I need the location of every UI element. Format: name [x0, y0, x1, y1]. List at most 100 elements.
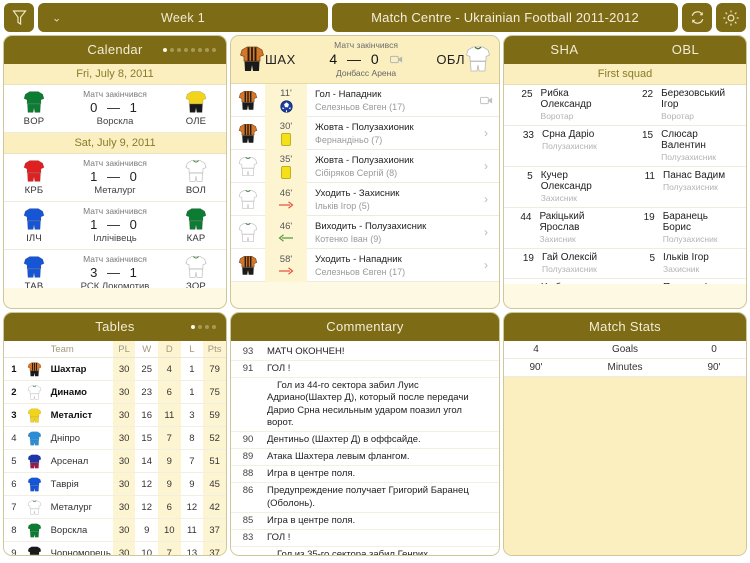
squad-row[interactable]: 3 Хюбшман ТомашПолузахисник 32 Пластун І…: [504, 279, 746, 284]
event-text: Уходить - Нападник Селезньов Євген (17): [307, 254, 473, 277]
page-title: Match Centre - Ukrainian Football 2011-2…: [371, 10, 639, 25]
squad-away-player[interactable]: 22 Березовський Ігор Воротар: [625, 88, 746, 121]
player-number: 25: [521, 89, 533, 100]
calendar-home-team: ТАВ: [10, 254, 58, 288]
page-dot[interactable]: [184, 48, 188, 52]
chevron-right-icon: ›: [484, 159, 488, 173]
event-action-icon[interactable]: ›: [473, 258, 499, 272]
event-player: Котенко Іван (9): [315, 233, 382, 244]
squad-home-player[interactable]: 5 Кучер Олександр Захисник: [504, 170, 625, 203]
commentary-minute: 93: [242, 346, 254, 357]
calendar-body[interactable]: Fri, July 8, 2011 BOP Матч закінчився 0 …: [4, 64, 226, 288]
event-action-icon[interactable]: [473, 96, 499, 105]
stat-label: Goals: [611, 344, 639, 355]
page-dot[interactable]: [177, 48, 181, 52]
match-score-header[interactable]: ШАХ Матч закінчився 4 — 0 Донбасс Арена: [231, 36, 499, 84]
match-event-row[interactable]: 35' Жовта - Полузахионик Сібіряков Сергі…: [231, 149, 499, 183]
page-dot[interactable]: [212, 325, 216, 329]
tab-home-squad[interactable]: SHA: [504, 42, 625, 57]
player-name: Панас Вадим: [663, 170, 726, 181]
refresh-button[interactable]: [682, 3, 712, 32]
player-name: Хюбшман Томаш: [541, 282, 617, 284]
match-event-row[interactable]: 46' Виходить - Полузахисник Котенко Іван…: [231, 215, 499, 249]
top-row: Calendar Fri, July 8, 2011 BOP Матч закі…: [0, 35, 750, 309]
match-event-row[interactable]: 11' Гол - Нападник Селезньов Євген (17): [231, 84, 499, 117]
event-minute: 30': [279, 120, 293, 132]
table-row[interactable]: 6 Таврія 30 12 9 9 45: [4, 472, 226, 496]
event-action-icon[interactable]: ›: [473, 126, 499, 140]
squad-home-player[interactable]: 3 Хюбшман ТомашПолузахисник: [504, 282, 625, 284]
page-dot[interactable]: [198, 325, 202, 329]
squad-home-player[interactable]: 19 Гай Олексій Полузахисник: [504, 252, 625, 274]
event-action-icon[interactable]: ›: [473, 192, 499, 206]
video-camera-icon[interactable]: [389, 55, 403, 64]
table-row[interactable]: 9 Чорноморець 30 10 7 13 37: [4, 541, 226, 555]
match-events-list[interactable]: 11' Гол - Нападник Селезньов Євген (17) …: [231, 84, 499, 308]
match-stats-header: Match Stats: [504, 313, 746, 341]
squad-home-player[interactable]: 33 Срна Даріо Полузахисник: [504, 129, 625, 162]
filter-button[interactable]: [4, 3, 34, 32]
event-time-block: 35': [265, 149, 307, 183]
squad-row[interactable]: 33 Срна Даріо Полузахисник 15 Слюсар Вале…: [504, 126, 746, 167]
squad-away-player[interactable]: 5 Ільків Ігор Захисник: [625, 252, 746, 274]
squad-away-player[interactable]: 19 Баранець Борис Полузахисник: [625, 211, 746, 244]
page-dot[interactable]: [170, 48, 174, 52]
page-dot[interactable]: [205, 48, 209, 52]
settings-button[interactable]: [716, 3, 746, 32]
squad-away-player[interactable]: 11 Панас Вадим Полузахисник: [625, 170, 746, 203]
squad-list[interactable]: 25 Рибка Олександр Воротар 22 Березовськи…: [504, 85, 746, 284]
table-team-jersey: [24, 450, 46, 473]
calendar-match-row[interactable]: КРБ Матч закінчився 1 — 0 Металург ВОЛ: [4, 154, 226, 202]
tables-panel: Tables Team PL W D L Pts 1 Шахтар 30 25 4 1 7…: [3, 312, 227, 556]
calendar-match-row[interactable]: ІЛЧ Матч закінчився 1 — 0 Іллічівець КАР: [4, 202, 226, 250]
tab-away-squad[interactable]: OBL: [625, 42, 746, 57]
squad-tabs: SHA OBL: [504, 36, 746, 64]
commentary-list[interactable]: 93 МАТЧ ОКОНЧЕН! 91 ГОЛ ! Гол из 44-го с…: [231, 341, 499, 555]
player-position: Воротар: [661, 111, 695, 121]
squad-away-player[interactable]: 32 Пластун ІгорЗахисник: [625, 282, 746, 284]
calendar-match-row[interactable]: BOP Матч закінчився 0 — 1 Ворскла ОЛЕ: [4, 85, 226, 133]
table-team-jersey: [24, 519, 46, 542]
table-row[interactable]: 5 Арсенал 30 14 9 7 51: [4, 449, 226, 473]
player-name: Березовський Ігор: [661, 88, 726, 110]
squad-row[interactable]: 25 Рибка Олександр Воротар 22 Березовськи…: [504, 85, 746, 126]
event-team-jersey: [231, 188, 265, 211]
top-bar: ⌄ Week 1 Match Centre - Ukrainian Footba…: [0, 0, 750, 35]
page-dot[interactable]: [163, 48, 167, 52]
match-event-row[interactable]: 58' Уходить - Нападник Селезньов Євген (…: [231, 248, 499, 282]
page-dot[interactable]: [198, 48, 202, 52]
table-row[interactable]: 7 Металург 30 12 6 12 42: [4, 495, 226, 519]
event-action-icon[interactable]: ›: [473, 225, 499, 239]
page-dot[interactable]: [191, 48, 195, 52]
table-row[interactable]: 1 Шахтар 30 25 4 1 79: [4, 357, 226, 381]
table-row[interactable]: 8 Ворскла 30 9 10 11 37: [4, 518, 226, 542]
page-dot[interactable]: [191, 325, 195, 329]
page-dot[interactable]: [205, 325, 209, 329]
event-minute: 35': [279, 153, 293, 165]
squad-row[interactable]: 44 Ракіцький Ярослав Захисник 19 Баранець…: [504, 208, 746, 249]
event-action-icon[interactable]: ›: [473, 159, 499, 173]
tables-page-dots[interactable]: [191, 325, 216, 329]
table-position: 2: [11, 386, 17, 398]
match-stats-list[interactable]: 4 Goals 0 90' Minutes 90': [504, 341, 746, 555]
table-row[interactable]: 2 Динамо 30 23 6 1 75: [4, 380, 226, 404]
calendar-match-status: Матч закінчився: [83, 254, 147, 264]
event-text: Жовта - Полузахионик Сібіряков Сергій (8…: [307, 155, 473, 178]
calendar-page-dots[interactable]: [163, 48, 216, 52]
squad-row[interactable]: 5 Кучер Олександр Захисник 11 Панас Вадим…: [504, 167, 746, 208]
table-row[interactable]: 3 Металіст 30 16 11 3 59: [4, 403, 226, 427]
table-row[interactable]: 4 Дніпро 30 15 7 8 52: [4, 426, 226, 450]
calendar-match-row[interactable]: ТАВ Матч закінчився 3 — 1 РСК Локомотив …: [4, 250, 226, 288]
squad-home-player[interactable]: 25 Рибка Олександр Воротар: [504, 88, 625, 121]
squad-away-player[interactable]: 15 Слюсар Валентин Полузахисник: [625, 129, 746, 162]
match-event-row[interactable]: 30' Жовта - Полузахионик Фернандіньо (7)…: [231, 116, 499, 150]
calendar-match-score: 1 — 0: [90, 169, 140, 184]
calendar-away-team: КАР: [172, 206, 220, 244]
week-selector[interactable]: ⌄ Week 1: [38, 3, 328, 32]
squad-home-player[interactable]: 44 Ракіцький Ярослав Захисник: [504, 211, 625, 244]
squad-row[interactable]: 19 Гай Олексій Полузахисник 5 Ільків Ігор…: [504, 249, 746, 279]
match-event-row[interactable]: 46' Уходить - Захисник Ільків Ігор (5) ›: [231, 182, 499, 216]
tables-body[interactable]: Team PL W D L Pts 1 Шахтар 30 25 4 1 79 2 Дин…: [4, 341, 226, 555]
page-dot[interactable]: [212, 48, 216, 52]
commentary-row: 90 Дентиньо (Шахтер Д) в оффсайде.: [231, 432, 499, 450]
